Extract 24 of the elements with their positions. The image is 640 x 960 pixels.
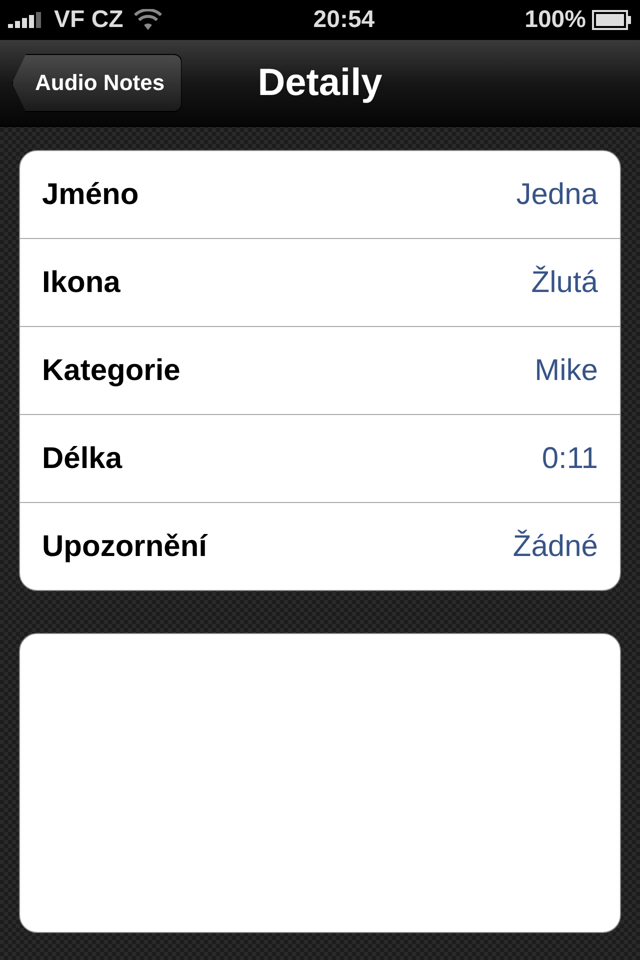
detail-row[interactable]: Upozornění Žádné	[20, 502, 620, 590]
battery-icon	[592, 10, 632, 30]
detail-label: Jméno	[42, 178, 139, 212]
detail-value: 0:11	[542, 442, 598, 476]
detail-label: Ikona	[42, 266, 120, 300]
detail-value: Žlutá	[531, 266, 598, 300]
detail-value: Žádné	[512, 530, 598, 564]
notes-text-area[interactable]	[19, 633, 621, 933]
clock-time: 20:54	[313, 6, 375, 34]
detail-label: Délka	[42, 442, 122, 476]
carrier-name: VF CZ	[54, 6, 124, 34]
back-button[interactable]: Audio Notes	[12, 54, 182, 112]
screen-title: Detaily	[258, 62, 382, 104]
detail-value: Mike	[534, 354, 598, 388]
detail-label: Kategorie	[42, 354, 180, 388]
battery-percent: 100%	[524, 6, 586, 34]
detail-row[interactable]: Délka 0:11	[20, 414, 620, 502]
detail-row[interactable]: Kategorie Mike	[20, 326, 620, 414]
detail-value: Jedna	[516, 178, 598, 212]
detail-row[interactable]: Ikona Žlutá	[20, 238, 620, 326]
detail-label: Upozornění	[42, 530, 207, 564]
detail-row[interactable]: Jméno Jedna	[20, 151, 620, 238]
signal-icon	[8, 12, 44, 28]
wifi-icon	[133, 9, 164, 31]
